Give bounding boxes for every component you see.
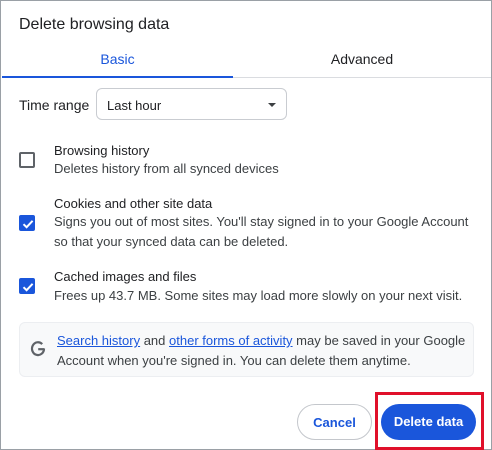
time-range-value: Last hour — [107, 98, 162, 113]
cached-images-title: Cached images and files — [54, 269, 197, 284]
tab-basic[interactable]: Basic — [2, 41, 233, 78]
google-activity-notice: Search history and other forms of activi… — [19, 322, 474, 377]
cookies-description: Signs you out of most sites. You'll stay… — [54, 214, 469, 249]
browsing-history-description: Deletes history from all synced devices — [54, 161, 279, 176]
tab-advanced[interactable]: Advanced — [233, 41, 491, 77]
cookies-title: Cookies and other site data — [54, 196, 213, 211]
search-history-link[interactable]: Search history — [57, 333, 140, 348]
dialog-title: Delete browsing data — [19, 16, 170, 33]
delete-browsing-data-dialog: Delete browsing data Basic Advanced Time… — [0, 0, 492, 450]
dropdown-caret-icon — [268, 103, 276, 107]
notice-text: Search history and other forms of activi… — [57, 331, 469, 371]
tab-bar: Basic Advanced — [2, 41, 491, 78]
cancel-button[interactable]: Cancel — [297, 404, 372, 440]
notice-text-part-1: and — [140, 333, 170, 348]
cached-images-description: Frees up 43.7 MB. Some sites may load mo… — [54, 288, 463, 303]
other-activity-link[interactable]: other forms of activity — [169, 333, 293, 348]
cached-images-checkbox[interactable] — [19, 278, 35, 294]
google-g-icon — [30, 341, 46, 357]
cookies-checkbox[interactable] — [19, 215, 35, 231]
browsing-history-title: Browsing history — [54, 143, 150, 158]
checkmark-icon — [22, 220, 34, 229]
browsing-history-checkbox[interactable] — [19, 152, 35, 168]
delete-data-button[interactable]: Delete data — [381, 404, 476, 440]
time-range-label: Time range — [19, 97, 90, 113]
checkmark-icon — [22, 283, 34, 292]
time-range-select[interactable]: Last hour — [96, 88, 287, 120]
